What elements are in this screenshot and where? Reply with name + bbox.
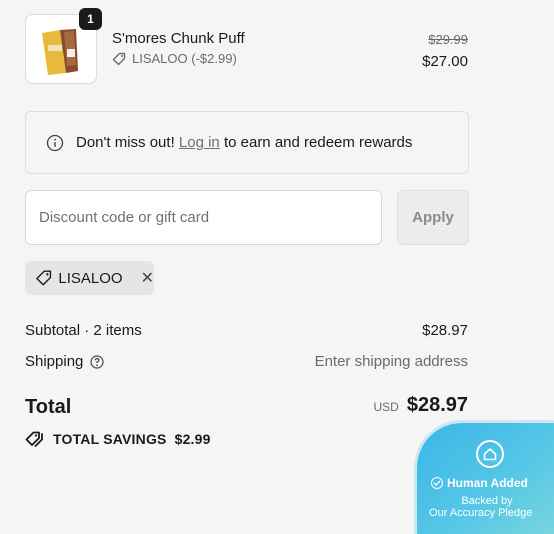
rewards-suffix: to earn and redeem rewards	[223, 134, 413, 151]
currency-code: USD	[373, 400, 399, 414]
shipping-label: Shipping	[25, 353, 84, 370]
apply-button[interactable]: Apply	[397, 190, 469, 245]
badge-subtitle-2: Our Accuracy Pledge	[429, 507, 533, 519]
login-link[interactable]: Log in	[179, 134, 220, 151]
applied-code-label: LISALOO	[58, 269, 123, 287]
savings-label: TOTAL SAVINGS	[53, 431, 167, 447]
badge-title-row: Human Added	[431, 476, 528, 490]
rewards-text: Don't miss out! Log in to earn and redee…	[76, 134, 412, 151]
final-price: $27.00	[422, 53, 468, 70]
total-savings: TOTAL SAVINGS $2.99	[25, 431, 211, 447]
total-amount: $28.97	[406, 394, 468, 416]
original-price: $29.99	[428, 32, 468, 47]
tags-icon	[25, 431, 43, 447]
human-added-badge[interactable]: Human Added Backed by Our Accuracy Pledg…	[414, 420, 554, 534]
shipping-value: Enter shipping address	[314, 353, 468, 370]
badge-subtitle-1: Backed by	[461, 495, 513, 507]
check-circle-icon	[431, 477, 443, 489]
savings-value: $2.99	[174, 431, 211, 447]
tag-icon	[36, 270, 52, 286]
quantity-badge: 1	[79, 8, 102, 30]
subtotal-label: Subtotal · 2 items	[25, 322, 142, 339]
tag-icon	[112, 52, 126, 65]
product-discount-label: LISALOO (-$2.99)	[132, 51, 237, 66]
product-discount: LISALOO (-$2.99)	[112, 51, 237, 66]
total-value-group: USD $28.97	[373, 394, 468, 417]
discount-code-input[interactable]	[25, 190, 382, 245]
applied-code-chip: LISALOO ✕	[25, 261, 154, 295]
badge-title: Human Added	[447, 476, 528, 490]
subtotal-value: $28.97	[422, 322, 468, 339]
product-name: S'mores Chunk Puff	[112, 30, 245, 47]
total-label: Total	[25, 396, 72, 418]
shipping-label-group: Shipping	[25, 353, 104, 370]
rewards-banner: Don't miss out! Log in to earn and redee…	[25, 111, 469, 174]
help-icon[interactable]	[90, 354, 104, 369]
remove-code-icon[interactable]: ✕	[141, 268, 154, 288]
info-icon	[46, 134, 64, 151]
rewards-prefix: Don't miss out!	[76, 134, 175, 151]
house-icon	[476, 440, 504, 468]
